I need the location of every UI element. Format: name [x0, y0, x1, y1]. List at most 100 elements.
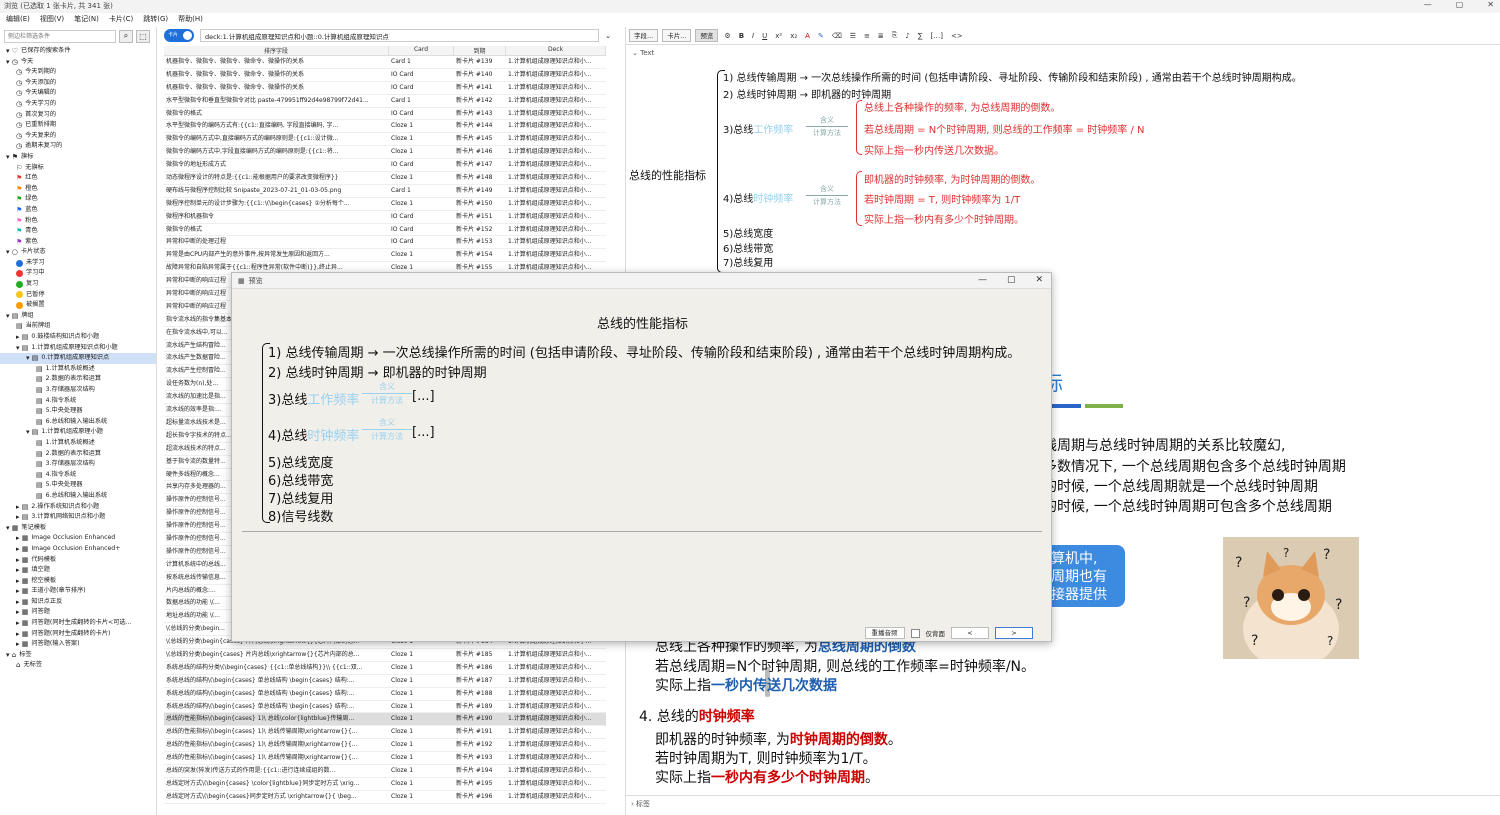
- table-row[interactable]: 机器指令、微指令、微指令、微命令、微操作的关系 Card 1 新卡片 #139 1.计…: [164, 56, 606, 69]
- sidebar-item[interactable]: ▤ 5.中央处理器: [0, 480, 156, 491]
- sidebar-item[interactable]: ▸ ▦ 知识点正反: [0, 597, 156, 608]
- table-row[interactable]: 水平型微指令和垂直型微指令对比 paste-479951ff92d4e98799…: [164, 95, 606, 108]
- sidebar-item[interactable]: ⚐ 无旗标: [0, 163, 156, 174]
- sidebar-item[interactable]: ▾ ♡ 已保存的搜索条件: [0, 46, 156, 57]
- table-row[interactable]: 微指令的格式 IO Card 新卡片 #152 1.计算机组成原理知识点和小...: [164, 224, 606, 237]
- cards-notes-toggle[interactable]: 卡片: [164, 29, 194, 42]
- align-icon[interactable]: ≣: [876, 32, 886, 40]
- microphone-icon[interactable]: ♪: [903, 32, 911, 40]
- chevron-right-icon[interactable]: ›: [631, 800, 634, 808]
- table-row[interactable]: \(总线的分类\begin{cases} 片内总线\xrightarrow{}{…: [164, 649, 606, 662]
- sidebar-item[interactable]: ▤ 3.存储器层次结构: [0, 459, 156, 470]
- column-header[interactable]: Card: [389, 46, 454, 55]
- menu-item[interactable]: 笔记(N): [74, 14, 99, 25]
- sidebar-item[interactable]: ▤ 6.总线和输入输出系统: [0, 417, 156, 428]
- sidebar-item[interactable]: ▸ ▤ 0.鼓楼结构知识点和小题: [0, 332, 156, 343]
- sidebar-item[interactable]: ◷ 首次复习的: [0, 110, 156, 121]
- sidebar-item[interactable]: ▸ ▦ 问答题(同时生成翻转的卡片): [0, 629, 156, 640]
- sidebar-item[interactable]: 已暂停: [0, 290, 156, 301]
- table-row[interactable]: 微程序和机器指令 IO Card 新卡片 #151 1.计算机组成原理知识点和小...: [164, 211, 606, 224]
- sidebar-item[interactable]: ▤ 5.中央处理器: [0, 406, 156, 417]
- table-row[interactable]: 系统总线的结构\(\begin{cases} 单总线结构 \begin{case…: [164, 675, 606, 688]
- search-icon[interactable]: ⌕: [119, 29, 133, 43]
- tags-bar[interactable]: › 标签: [625, 795, 1500, 815]
- close-button[interactable]: ✕: [1487, 0, 1494, 9]
- chevron-down-icon[interactable]: ⌄: [605, 32, 611, 40]
- table-row[interactable]: 总线的性能指标\(\begin{cases} 1)\ 总线\color{ligh…: [164, 713, 606, 727]
- sidebar-item[interactable]: ▤ 4.指令系统: [0, 470, 156, 481]
- table-row[interactable]: 微指令的地址形成方式 IO Card 新卡片 #147 1.计算机组成原理知识点和小.…: [164, 159, 606, 173]
- sidebar-item[interactable]: ▾ ◷ 今天: [0, 57, 156, 68]
- table-row[interactable]: 总线的性能指标\(\begin{cases} 1)\ 总线传输周期\xright…: [164, 726, 606, 740]
- menu-item[interactable]: 跳转(G): [143, 14, 168, 25]
- table-row[interactable]: 水平型微指令的编码方式有:{{c1::直接编码, 字段直接编码, 字... Clo…: [164, 120, 606, 134]
- sidebar-item[interactable]: ▾ ▤ 0.计算机组成原理知识点: [0, 353, 156, 364]
- column-header[interactable]: 排序字段: [164, 46, 389, 55]
- sidebar-item[interactable]: ◷ 今天添加的: [0, 78, 156, 89]
- menu-item[interactable]: 帮助(H): [178, 14, 203, 25]
- sidebar-item[interactable]: ▤ 2.数据的表示和运算: [0, 374, 156, 385]
- sidebar-item[interactable]: ▤ 1.计算机系统概述: [0, 438, 156, 449]
- sidebar-item[interactable]: ▾ ▤ 1.计算机组成原理知识点和小题: [0, 343, 156, 354]
- table-row[interactable]: 系统总线的结构\(\begin{cases} 单总线结构 \begin{case…: [164, 701, 606, 714]
- menu-item[interactable]: 视图(V): [40, 14, 64, 25]
- highlight-icon[interactable]: ✎: [816, 32, 826, 40]
- sidebar-item[interactable]: ▸ ▦ 代码模板: [0, 555, 156, 566]
- sidebar-item[interactable]: ▾ ○ 卡片状态: [0, 247, 156, 258]
- sidebar-item[interactable]: ▤ 4.指令系统: [0, 396, 156, 407]
- sidebar-item[interactable]: 被搁置: [0, 300, 156, 311]
- sidebar-item[interactable]: ▸ ▤ 2.操作系统知识点和小题: [0, 502, 156, 513]
- sidebar-item[interactable]: ▾ ▤ 牌组: [0, 311, 156, 322]
- sidebar-search-input[interactable]: [4, 29, 116, 43]
- sidebar-item[interactable]: ▸ ▦ 填空题: [0, 565, 156, 576]
- math-icon[interactable]: ∑: [916, 32, 925, 40]
- sidebar-item[interactable]: ▾ ▦ 笔记模板: [0, 523, 156, 534]
- table-row[interactable]: 总线定时方式\(\begin{cases} \color{lightblue}同…: [164, 778, 606, 791]
- sidebar-item[interactable]: ◷ 今天到期的: [0, 67, 156, 78]
- attach-icon[interactable]: ⎘: [890, 31, 900, 40]
- fields-button[interactable]: 字段...: [629, 29, 659, 42]
- back-only-checkbox[interactable]: [910, 628, 920, 638]
- sidebar-item[interactable]: ▸ ▤ 3.计算机网络知识点和小题: [0, 512, 156, 523]
- table-row[interactable]: 硬布线与微程序控制比较 Snipaste_2023-07-21_01-03-05…: [164, 185, 606, 198]
- table-row[interactable]: 总线的性能指标\(\begin{cases} 1)\ 总线传输周期\xright…: [164, 739, 606, 753]
- table-row[interactable]: 异常和中断的处理过程 IO Card 新卡片 #153 1.计算机组成原理知识点和小.…: [164, 236, 606, 250]
- column-header[interactable]: 到期: [454, 46, 506, 55]
- sidebar-item[interactable]: ⚑ 橙色: [0, 184, 156, 195]
- superscript-icon[interactable]: x²: [773, 32, 784, 40]
- minimize-button[interactable]: —: [1424, 0, 1432, 9]
- sidebar-item[interactable]: ◷ 今天复来的: [0, 131, 156, 142]
- table-row[interactable]: 异常是由CPU内部产生的意外事件,按异常发生原因和返回方... Cloze 1 新卡…: [164, 249, 606, 263]
- sidebar-item[interactable]: ▸ ▦ Image Occlusion Enhanced+: [0, 544, 156, 555]
- sidebar-item[interactable]: ▾ ⌂ 标签: [0, 650, 156, 661]
- table-row[interactable]: 系统总线的结构分类\(\begin{cases} {{c1::单总线结构}}\\…: [164, 662, 606, 675]
- sidebar-item[interactable]: ▸ ▦ 问答题(输入答案): [0, 639, 156, 650]
- sidebar-item[interactable]: ▸ ▦ 王道小题(章节排序): [0, 586, 156, 597]
- sidebar-item[interactable]: ◷ 今天编辑的: [0, 88, 156, 99]
- table-row[interactable]: 机器指令、微指令、微指令、微命令、微操作的关系 IO Card 新卡片 #140 1.…: [164, 69, 606, 82]
- table-row[interactable]: 总线的突发(猝发)传送方式的作用是:{{c1::进行连续成组的数... Cloze…: [164, 765, 606, 778]
- bullet-list-icon[interactable]: ☰: [848, 32, 858, 40]
- table-row[interactable]: 动态微程序设计的特点是:{{c1::能根据用户的要求改变微程序}} Cloze 1…: [164, 172, 606, 185]
- gear-icon[interactable]: ⚙: [722, 32, 732, 40]
- sidebar-item[interactable]: ⌂ 无标签: [0, 660, 156, 671]
- chevron-down-icon[interactable]: ⌄: [632, 49, 638, 57]
- sidebar-item[interactable]: ▾ ⚑ 旗标: [0, 152, 156, 163]
- table-row[interactable]: 系统总线的结构\(\begin{cases} 单总线结构 \begin{case…: [164, 688, 606, 701]
- menu-item[interactable]: 编辑(E): [6, 14, 30, 25]
- sidebar-item[interactable]: ◷ 已重新排期: [0, 120, 156, 131]
- sidebar-item[interactable]: ▾ ▤ 1.计算机组成原理小题: [0, 427, 156, 438]
- replay-audio-button[interactable]: 重播音频: [864, 627, 905, 639]
- sidebar-item[interactable]: ⚑ 红色: [0, 173, 156, 184]
- sidebar-item[interactable]: ◷ 逾期未复习的: [0, 141, 156, 152]
- sidebar-item[interactable]: ▤ 6.总线和输入输出系统: [0, 491, 156, 502]
- cloze-icon[interactable]: […]: [929, 32, 945, 40]
- preview-button[interactable]: 预览: [695, 29, 719, 42]
- table-row[interactable]: 总线定时方式\(\begin{cases}同步定时方式 \xrightarrow…: [164, 791, 606, 804]
- table-row[interactable]: 微指令的编码方式中,直接编码方式的编码原则是:{{c1::设计微... Cloze…: [164, 133, 606, 147]
- sidebar-item[interactable]: ▸ ▦ 问答题(同时生成翻转的卡片<可选...: [0, 618, 156, 629]
- sidebar-item[interactable]: 未学习: [0, 258, 156, 269]
- maximize-button[interactable]: ▢: [1456, 0, 1464, 9]
- dialog-close-button[interactable]: ✕: [1035, 275, 1043, 285]
- text-color-icon[interactable]: A: [803, 32, 812, 40]
